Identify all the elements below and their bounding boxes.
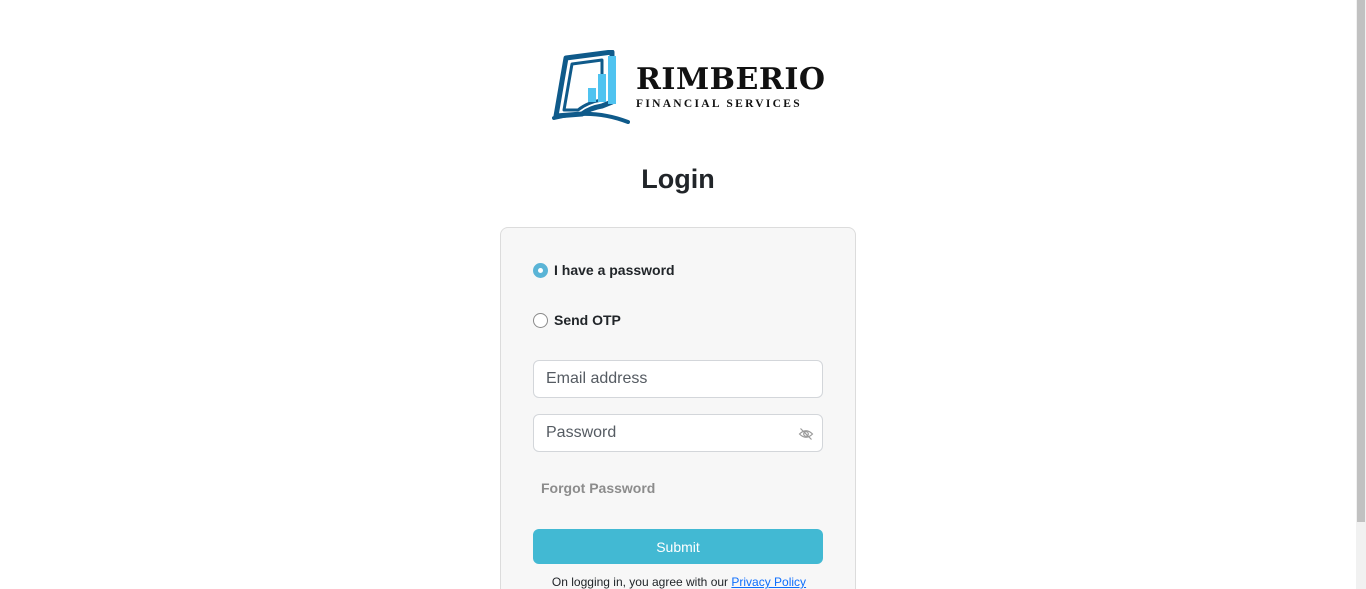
login-page: RIMBERIO FINANCIAL SERVICES Login I have… bbox=[0, 0, 1366, 589]
option-password-label: I have a password bbox=[554, 262, 675, 278]
brand-name: RIMBERIO bbox=[636, 61, 826, 97]
otp-radio[interactable] bbox=[533, 312, 548, 328]
privacy-policy-link[interactable]: Privacy Policy bbox=[731, 575, 806, 589]
email-field[interactable] bbox=[534, 361, 822, 397]
eye-slash-icon[interactable] bbox=[798, 426, 814, 442]
scrollbar-thumb[interactable] bbox=[1357, 0, 1365, 522]
brand-logo: RIMBERIO FINANCIAL SERVICES bbox=[552, 50, 825, 124]
book-chart-logo-icon bbox=[552, 50, 630, 124]
login-card: I have a password Send OTP Forgot Passwo… bbox=[500, 227, 856, 589]
page-title: Login bbox=[641, 164, 715, 194]
vertical-scrollbar[interactable] bbox=[1356, 0, 1366, 589]
password-field[interactable] bbox=[534, 415, 822, 451]
password-radio[interactable] bbox=[533, 262, 548, 278]
brand-tagline: FINANCIAL SERVICES bbox=[636, 97, 802, 110]
submit-button[interactable]: Submit bbox=[533, 529, 823, 564]
forgot-password-link[interactable]: Forgot Password bbox=[541, 480, 655, 496]
privacy-notice: On logging in, you agree with our Privac… bbox=[501, 575, 857, 589]
option-otp[interactable]: Send OTP bbox=[533, 312, 621, 328]
password-field-wrapper bbox=[533, 414, 823, 452]
brand-text: RIMBERIO FINANCIAL SERVICES bbox=[636, 61, 826, 111]
email-field-wrapper bbox=[533, 360, 823, 398]
option-password[interactable]: I have a password bbox=[533, 262, 675, 278]
privacy-notice-text: On logging in, you agree with our bbox=[551, 575, 732, 589]
option-otp-label: Send OTP bbox=[554, 312, 621, 328]
